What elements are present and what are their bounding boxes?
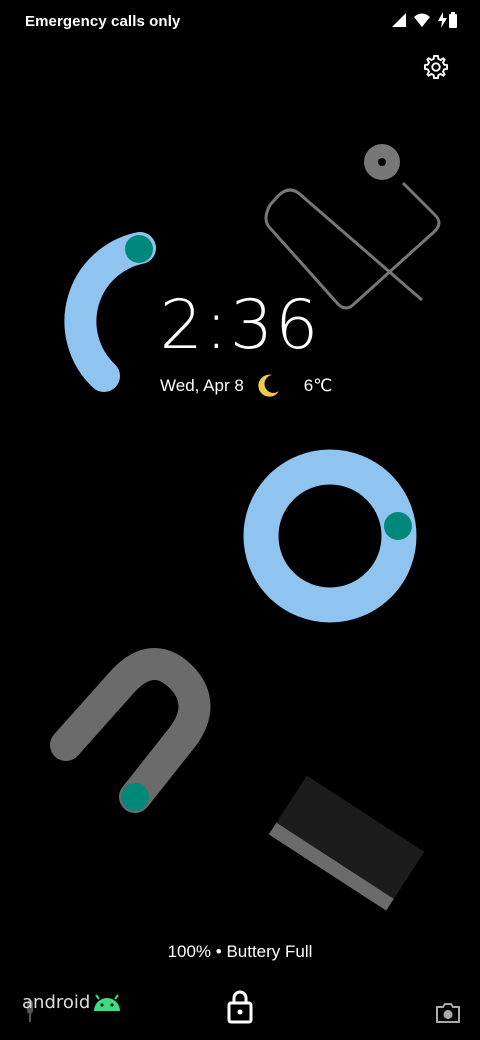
lock-icon[interactable]	[227, 990, 253, 1024]
dark-bar-shape	[268, 775, 425, 911]
android-wordmark: android	[22, 992, 91, 1013]
android-robot-icon	[94, 993, 121, 1011]
gear-icon[interactable]	[422, 53, 450, 81]
status-icons	[392, 12, 458, 28]
grey-dot-center	[378, 158, 386, 166]
grey-u-shape	[50, 648, 211, 813]
temperature-text: 6℃	[303, 376, 333, 395]
charging-status: 100% • Buttery Full	[167, 942, 313, 961]
blue-ring-shape	[243, 449, 417, 623]
date-text: Wed, Apr 8	[160, 376, 244, 395]
signal-icon	[392, 13, 406, 27]
battery-charging-icon	[438, 12, 457, 28]
camera-icon[interactable]	[435, 1002, 461, 1024]
lockscreen-clock: 2:36	[159, 286, 321, 365]
status-bar: Emergency calls only	[0, 0, 480, 44]
bottom-bar: android	[0, 990, 480, 1040]
wifi-icon	[414, 13, 430, 27]
date-weather-row: Wed, Apr 8 6℃	[160, 372, 332, 400]
android-logo: android	[22, 992, 122, 1013]
moon-icon	[258, 374, 279, 397]
teal-dot-2	[384, 512, 412, 540]
teal-dot-3	[121, 783, 149, 811]
teal-dot-1	[125, 235, 153, 263]
wallpaper-art	[50, 144, 441, 911]
carrier-text: Emergency calls only	[25, 13, 181, 30]
